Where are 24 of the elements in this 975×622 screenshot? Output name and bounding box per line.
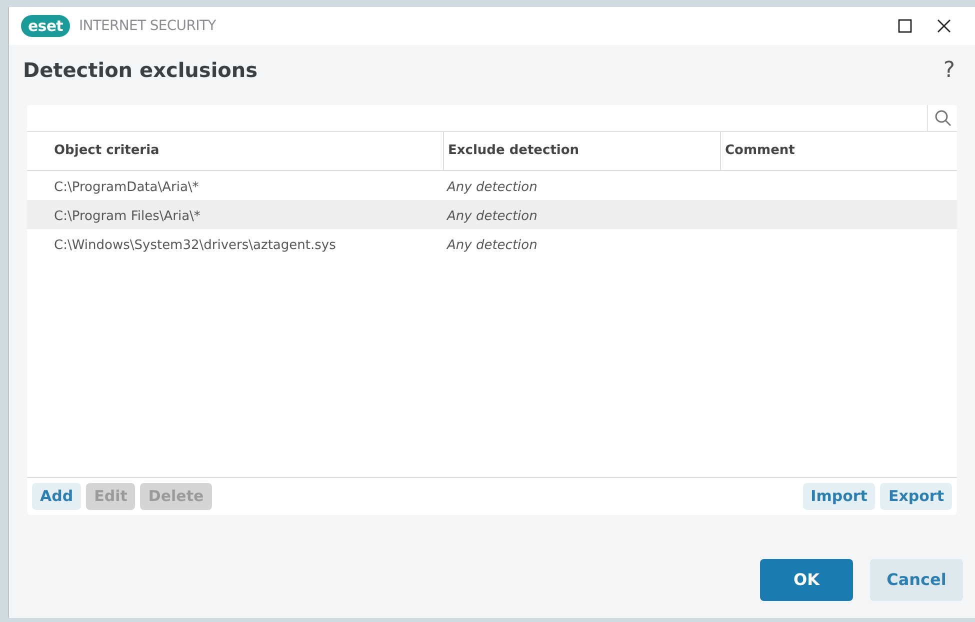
table-cell: C:\Windows\System32\drivers\aztagent.sys <box>54 238 336 252</box>
list-button[interactable]: Export <box>880 483 952 510</box>
column-header[interactable]: Object criteria <box>27 132 443 170</box>
eset-logo: eset <box>21 15 70 37</box>
list-button[interactable]: Import <box>802 483 876 510</box>
cancel-button[interactable]: Cancel <box>870 559 963 601</box>
table-cell: Any detection <box>447 208 538 224</box>
column-header[interactable]: Exclude detection <box>443 132 720 170</box>
search-icon[interactable] <box>934 109 952 127</box>
table-cell: Any detection <box>447 180 538 194</box>
table-row[interactable]: C:\ProgramData\Aria\* Any detection <box>27 171 957 200</box>
table-cell: Any detection <box>447 238 538 252</box>
list-button[interactable]: Add <box>32 483 82 510</box>
ok-button[interactable]: OK <box>760 559 853 601</box>
table-row[interactable]: C:\Windows\System32\drivers\aztagent.sys Any detection <box>27 229 957 258</box>
product-name: INTERNET SECURITY <box>78 16 216 36</box>
table-cell: C:\ProgramData\Aria\* <box>54 180 199 194</box>
table-row[interactable]: C:\Program Files\Aria\* Any detection <box>27 200 957 229</box>
close-icon[interactable] <box>937 19 951 33</box>
dialog-title: Detection exclusions <box>23 57 258 84</box>
help-icon[interactable]: ? <box>943 54 955 86</box>
maximize-icon[interactable] <box>898 19 912 33</box>
column-header[interactable]: Comment <box>720 132 951 170</box>
table-cell: C:\Program Files\Aria\* <box>54 208 200 224</box>
